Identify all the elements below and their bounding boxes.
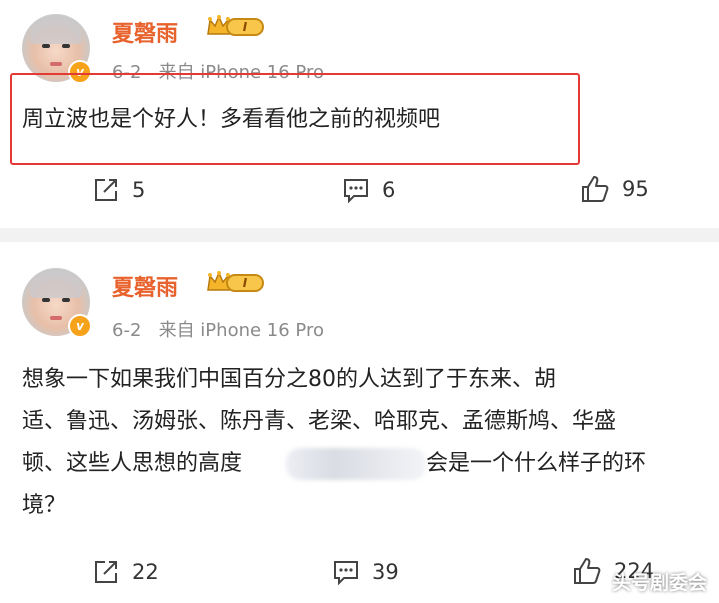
avatar[interactable]: v: [22, 268, 92, 338]
avatar-eye-left: [42, 298, 50, 302]
comment-icon: [344, 179, 368, 204]
avatar-eye-right: [62, 44, 70, 48]
share-icon: [95, 179, 117, 201]
share-count: 5: [132, 178, 146, 202]
like-icon: [574, 558, 601, 584]
comment-line: 会是一个什么样子的环: [426, 451, 647, 476]
comment-count: 6: [382, 178, 396, 202]
blurred-text: [286, 448, 426, 480]
level-number: I: [226, 274, 264, 292]
avatar-hair: [30, 18, 82, 44]
like-count: 95: [622, 177, 649, 201]
comment-icon: [334, 561, 358, 586]
comment-meta: 6-2 来自 iPhone 16 Pro: [112, 316, 324, 342]
comment-button[interactable]: 39: [332, 558, 399, 586]
comment-date: 6-2: [112, 320, 142, 341]
avatar-mouth: [50, 62, 62, 66]
comment-source: 来自 iPhone 16 Pro: [158, 320, 324, 341]
share-icon: [95, 561, 117, 583]
share-button[interactable]: 5: [92, 176, 145, 204]
comment-card-1: v 夏磬雨 I 6-2 来自 iPhone 16 Pro 周立波也是个好人！多看…: [0, 0, 719, 228]
avatar[interactable]: v: [22, 14, 92, 84]
username[interactable]: 夏磬雨: [112, 16, 178, 48]
share-count: 22: [132, 560, 159, 584]
avatar-mouth: [50, 316, 62, 320]
comment-count: 39: [372, 560, 399, 584]
comment-line: 想象一下如果我们中国百分之80的人达到了于东来、胡: [22, 367, 556, 392]
verified-badge-icon: v: [68, 314, 92, 338]
comment-button[interactable]: 6: [342, 176, 395, 204]
separator: [0, 228, 719, 242]
level-number: I: [226, 18, 264, 36]
comment-text: 周立波也是个好人！多看看他之前的视频吧: [22, 107, 441, 132]
avatar-eye-left: [42, 44, 50, 48]
like-icon: [582, 176, 609, 202]
avatar-hair: [30, 272, 82, 298]
username[interactable]: 夏磬雨: [112, 270, 178, 302]
watermark: 头号剧委会: [611, 572, 707, 594]
comment-line: 顿、这些人思想的高度: [22, 451, 243, 476]
crown-level-badge-icon: I: [206, 14, 266, 38]
avatar-eye-right: [62, 298, 70, 302]
comment-line: 适、鲁迅、汤姆张、陈丹青、老梁、哈耶克、孟德斯鸠、华盛: [22, 409, 617, 434]
comment-card-2: v 夏磬雨 I 6-2 来自 iPhone 16 Pro 想象一下如果我们中国百…: [0, 242, 719, 603]
crown-level-badge-icon: I: [206, 270, 266, 294]
share-button[interactable]: 22: [92, 558, 159, 586]
like-button[interactable]: 95: [580, 174, 649, 204]
comment-line: 境？: [22, 493, 67, 518]
